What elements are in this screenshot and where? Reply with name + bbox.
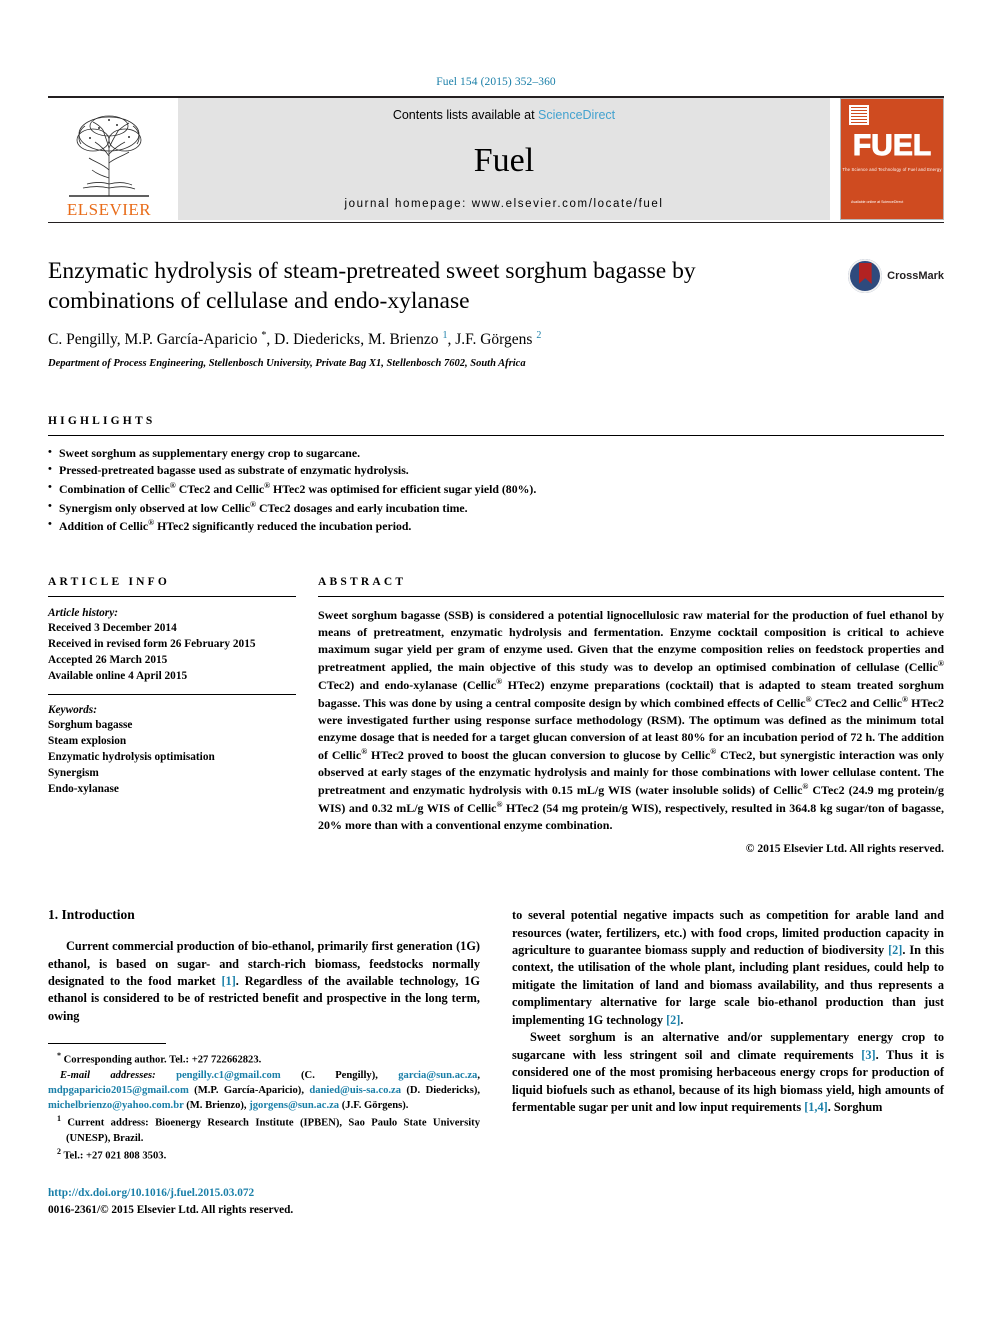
journal-title: Fuel: [473, 142, 535, 179]
article-history-label: Article history:: [48, 606, 118, 619]
highlight-item: Pressed-pretreated bagasse used as subst…: [48, 461, 944, 480]
journal-cover-thumbnail: FUEL The Science and Technology of Fuel …: [840, 98, 944, 220]
masthead-bottom-rule: [48, 222, 944, 223]
body-column-right: to several potential negative impacts su…: [512, 907, 944, 1218]
elsevier-wordmark: ELSEVIER: [66, 200, 152, 219]
info-line: Received 3 December 2014: [48, 621, 177, 634]
body-columns: 1. Introduction Current commercial produ…: [48, 907, 944, 1218]
highlight-item: Combination of Cellic® CTec2 and Cellic®…: [48, 479, 944, 499]
article-info-rule: [48, 595, 296, 597]
footnote-current-address: 1 Current address: Bioenergy Research In…: [57, 1114, 480, 1144]
footnote-email-addresses: E-mail addresses: pengilly.c1@gmail.com …: [48, 1069, 481, 1112]
abstract-rule: [318, 595, 944, 597]
abstract-heading: Abstract: [318, 575, 407, 588]
info-line: Available online 4 April 2015: [48, 669, 188, 682]
intro-paragraph-right-1: to several potential negative impacts su…: [512, 908, 944, 1027]
cover-journal-subtitle: The Science and Technology of Fuel and E…: [842, 167, 942, 172]
info-line: Received in revised form 26 February 201…: [48, 637, 256, 650]
elsevier-tree-icon: [69, 115, 149, 197]
keywords-rule: [48, 693, 296, 695]
cover-footer-text: Available online at ScienceDirect: [851, 199, 904, 204]
info-line: Synergism: [48, 766, 99, 779]
title-block: CrossMark Enzymatic hydrolysis of steam-…: [48, 257, 944, 369]
page-title: Enzymatic hydrolysis of steam-pretreated…: [48, 258, 696, 314]
crossmark-ribbon-icon: [858, 263, 872, 284]
highlights-list: Sweet sorghum as supplementary energy cr…: [48, 444, 944, 536]
info-abstract-row: Article info Article history: Received 3…: [48, 576, 944, 855]
abstract-text: Sweet sorghum bagasse (SSB) is considere…: [318, 607, 945, 833]
article-info-heading: Article info: [48, 575, 171, 588]
elsevier-logo: ELSEVIER: [48, 98, 170, 220]
sciencedirect-link[interactable]: ScienceDirect: [538, 108, 615, 122]
abstract-column: Abstract Sweet sorghum bagasse (SSB) is …: [318, 576, 944, 855]
highlights-heading: Highlights: [48, 414, 156, 427]
section-title-introduction: 1. Introduction: [48, 907, 135, 923]
footnote-telephone: 2 Tel.: +27 021 808 3503.: [57, 1146, 167, 1162]
highlight-item: Sweet sorghum as supplementary energy cr…: [48, 444, 944, 463]
highlights-section: Highlights Sweet sorghum as supplementar…: [48, 415, 944, 536]
contents-available-line: Contents lists available at ScienceDirec…: [393, 108, 615, 122]
crossmark-badge[interactable]: CrossMark: [848, 259, 944, 293]
journal-banner: Contents lists available at ScienceDirec…: [178, 98, 830, 220]
body-column-left: 1. Introduction Current commercial produ…: [48, 907, 480, 1218]
footnotes-block: * Corresponding author. Tel.: +27 722662…: [48, 1043, 480, 1163]
abstract-copyright: © 2015 Elsevier Ltd. All rights reserved…: [745, 842, 944, 856]
issn-copyright: 0016-2361/© 2015 Elsevier Ltd. All right…: [48, 1203, 294, 1216]
footnote-corresponding-author: * Corresponding author. Tel.: +27 722662…: [57, 1051, 262, 1066]
contents-prefix: Contents lists available at: [392, 108, 539, 122]
journal-masthead: ELSEVIER Contents lists available at Sci…: [48, 98, 944, 220]
highlight-item: Addition of Cellic® HTec2 significantly …: [48, 516, 944, 536]
info-line: Enzymatic hydrolysis optimisation: [48, 750, 215, 763]
keywords-label: Keywords:: [48, 703, 97, 716]
doi-link[interactable]: http://dx.doi.org/10.1016/j.fuel.2015.03…: [48, 1185, 480, 1201]
cover-journal-title: FUEL: [852, 129, 932, 162]
info-line: Endo-xylanase: [48, 782, 119, 795]
intro-paragraph-left: Current commercial production of bio-eth…: [48, 939, 480, 1023]
info-line: Accepted 26 March 2015: [48, 653, 168, 666]
article-page: Fuel 154 (2015) 352–360 ELSEVIER Content…: [0, 0, 992, 1323]
footnote-rule: [48, 1043, 166, 1045]
cover-publisher-mark-icon: [849, 105, 869, 125]
highlights-rule: [48, 434, 944, 436]
journal-homepage-link[interactable]: journal homepage: www.elsevier.com/locat…: [344, 198, 663, 210]
doi-block: http://dx.doi.org/10.1016/j.fuel.2015.03…: [48, 1185, 480, 1218]
crossmark-label: CrossMark: [887, 270, 944, 282]
article-info-column: Article info Article history: Received 3…: [48, 576, 296, 855]
keywords-list: Sorghum bagasse Steam explosion Enzymatic …: [48, 717, 296, 797]
article-history-list: Received 3 December 2014 Received in revi…: [48, 620, 296, 684]
affiliation: Department of Process Engineering, Stell…: [48, 357, 526, 369]
journal-reference: Fuel 154 (2015) 352–360: [436, 76, 556, 88]
info-line: Steam explosion: [48, 734, 127, 747]
intro-paragraph-right-2: Sweet sorghum is an alternative and/or s…: [512, 1030, 944, 1115]
highlight-item: Synergism only observed at low Cellic® C…: [48, 498, 944, 518]
info-line: Sorghum bagasse: [48, 718, 133, 731]
author-list: C. Pengilly, M.P. García-Aparicio *, D. …: [48, 330, 542, 349]
crossmark-icon: [848, 259, 883, 293]
